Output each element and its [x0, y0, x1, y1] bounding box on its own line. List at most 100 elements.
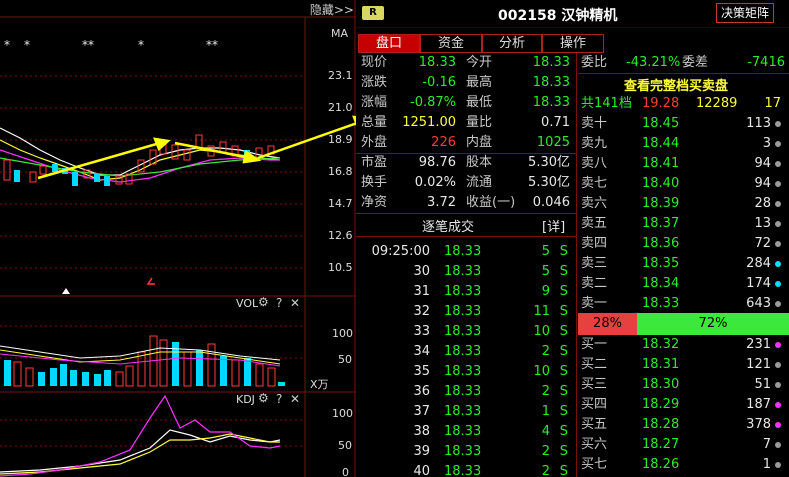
trade-volume: 1: [541, 404, 550, 419]
quote-row: 外盘 226 内盘 1025: [356, 133, 576, 153]
orderbook-row[interactable]: 卖二 18.34 174: [578, 274, 789, 294]
orderbook-price: 18.39: [642, 196, 680, 211]
orderbook-volume: 1: [762, 457, 771, 472]
orderbook-volume: 13: [754, 216, 771, 231]
trade-volume: 10: [533, 324, 550, 339]
summary-vol: 12289: [696, 96, 738, 111]
close-icon[interactable]: ✕: [290, 296, 300, 310]
quote-label: 涨幅: [361, 95, 388, 110]
trade-side: S: [559, 304, 568, 319]
orderbook-price: 18.29: [642, 397, 680, 412]
trade-side: S: [559, 324, 568, 339]
ma-label: MA: [330, 27, 348, 40]
quote-label: 市盈: [361, 155, 388, 170]
weicha-value: -7416: [747, 55, 785, 70]
orderbook-row[interactable]: 卖八 18.41 94: [578, 154, 789, 174]
orderbook-row[interactable]: 卖九 18.44 3: [578, 134, 789, 154]
order-dot-icon: [775, 422, 781, 428]
weibi-value: -43.21%: [626, 55, 681, 70]
orderbook-row[interactable]: 买六 18.27 7: [578, 435, 789, 455]
summary-count: 17: [764, 96, 781, 111]
orderbook-volume: 284: [746, 256, 771, 271]
trade-side: S: [559, 284, 568, 299]
orderbook-row[interactable]: 买七 18.26 1: [578, 455, 789, 475]
tab-pankou[interactable]: 盘口: [358, 34, 420, 53]
trades-detail-link[interactable]: [详]: [542, 216, 565, 235]
orderbook-price: 18.32: [642, 337, 680, 352]
order-dot-icon: [775, 221, 781, 227]
quote-label: 收益(一): [466, 195, 516, 210]
volume-bars: [4, 335, 285, 387]
orderbook-row[interactable]: 卖一 18.33 643: [578, 294, 789, 314]
orderbook-price: 18.36: [642, 236, 680, 251]
orderbook-row[interactable]: 买三 18.30 51: [578, 375, 789, 395]
trade-side: S: [559, 424, 568, 439]
quote-value: 5.30亿: [528, 175, 570, 190]
orderbook-summary: 共141档 19.28 12289 17: [578, 94, 789, 114]
orderbook-volume: 3: [762, 136, 771, 151]
orderbook-volume: 28: [754, 196, 771, 211]
order-dot-icon: [775, 342, 781, 348]
order-dot-icon: [775, 301, 781, 307]
quote-value: 0.046: [532, 195, 570, 210]
trade-price: 18.33: [444, 364, 482, 379]
full-orderbook-link[interactable]: 查看完整档买卖盘: [624, 75, 728, 94]
orderbook-volume: 72: [754, 236, 771, 251]
orderbook-row[interactable]: 卖五 18.37 13: [578, 214, 789, 234]
hide-chart-button[interactable]: 隐藏>>: [310, 1, 354, 18]
close-icon[interactable]: ✕: [290, 392, 300, 406]
orderbook-row[interactable]: 卖四 18.36 72: [578, 234, 789, 254]
order-dot-icon: [775, 462, 781, 468]
quote-label: 流通: [466, 175, 493, 190]
orderbook-row[interactable]: 卖七 18.40 94: [578, 174, 789, 194]
question-icon[interactable]: ?: [276, 392, 282, 406]
trade-side: S: [559, 444, 568, 459]
orderbook-row[interactable]: 买五 18.28 378: [578, 415, 789, 435]
quote-value: 18.33: [532, 75, 570, 90]
quote-label: 内盘: [466, 135, 493, 150]
price-tick: 12.6: [328, 229, 353, 242]
orderbook-price: 18.40: [642, 176, 680, 191]
decision-matrix-button[interactable]: 决策矩阵: [716, 3, 775, 23]
orderbook-level-label: 卖一: [581, 296, 608, 311]
orderbook-price: 18.37: [642, 216, 680, 231]
quote-label: 净资: [361, 195, 388, 210]
trade-volume: 2: [541, 384, 550, 399]
trade-side: S: [559, 244, 568, 259]
trade-row: 35 18.33 10 S: [356, 362, 576, 382]
orderbook-row[interactable]: 卖六 18.39 28: [578, 194, 789, 214]
quote-block: 现价 18.33 今开 18.33 涨跌 -0.16 最高 18.33 涨幅 -…: [356, 53, 576, 153]
kline-chart-pane[interactable]: 隐藏>> MA * * ** * ** 23.1 21.0 18.9 16.8 …: [0, 0, 356, 477]
orderbook-row[interactable]: 买二 18.31 121: [578, 355, 789, 375]
trade-row: 36 18.33 2 S: [356, 382, 576, 402]
orderbook-row[interactable]: 卖十 18.45 113: [578, 114, 789, 134]
orderbook-row[interactable]: 买一 18.32 231: [578, 335, 789, 355]
quote-label: 换手: [361, 175, 388, 190]
trades-list[interactable]: 09:25:00 18.33 5 S 30 18.33 5 S 31 18.33 9 S 32 18.33…: [356, 242, 576, 477]
trade-volume: 11: [533, 304, 550, 319]
star-marker: **: [206, 38, 218, 52]
tab-fenxi[interactable]: 分析: [482, 34, 542, 53]
orderbook-level-label: 卖八: [581, 156, 608, 171]
trade-time: 31: [413, 284, 430, 299]
trade-side: S: [559, 364, 568, 379]
vol-tick: 50: [338, 353, 352, 366]
gear-icon[interactable]: ⚙: [258, 295, 269, 309]
order-dot-icon: [775, 382, 781, 388]
question-icon[interactable]: ?: [276, 296, 282, 310]
tab-caozuo[interactable]: 操作: [542, 34, 604, 53]
orderbook-price: 18.44: [642, 136, 680, 151]
tab-zijin[interactable]: 资金: [420, 34, 482, 53]
orderbook-row[interactable]: 卖三 18.35 284: [578, 254, 789, 274]
orderbook-level-label: 卖二: [581, 276, 608, 291]
trade-price: 18.33: [444, 384, 482, 399]
kline-chart-svg: [0, 0, 356, 477]
quote-value: -0.87%: [410, 95, 456, 110]
order-dot-icon: [775, 261, 781, 267]
gear-icon[interactable]: ⚙: [258, 391, 269, 405]
orderbook-row[interactable]: 买四 18.29 187: [578, 395, 789, 415]
quote-pane: R 002158 汉钟精机 决策矩阵 盘口 资金 分析 操作 现价 18.33 …: [356, 0, 789, 477]
price-tick: 10.5: [328, 261, 353, 274]
orderbook-level-label: 买一: [581, 337, 608, 352]
summary-label: 共141档: [581, 96, 632, 111]
